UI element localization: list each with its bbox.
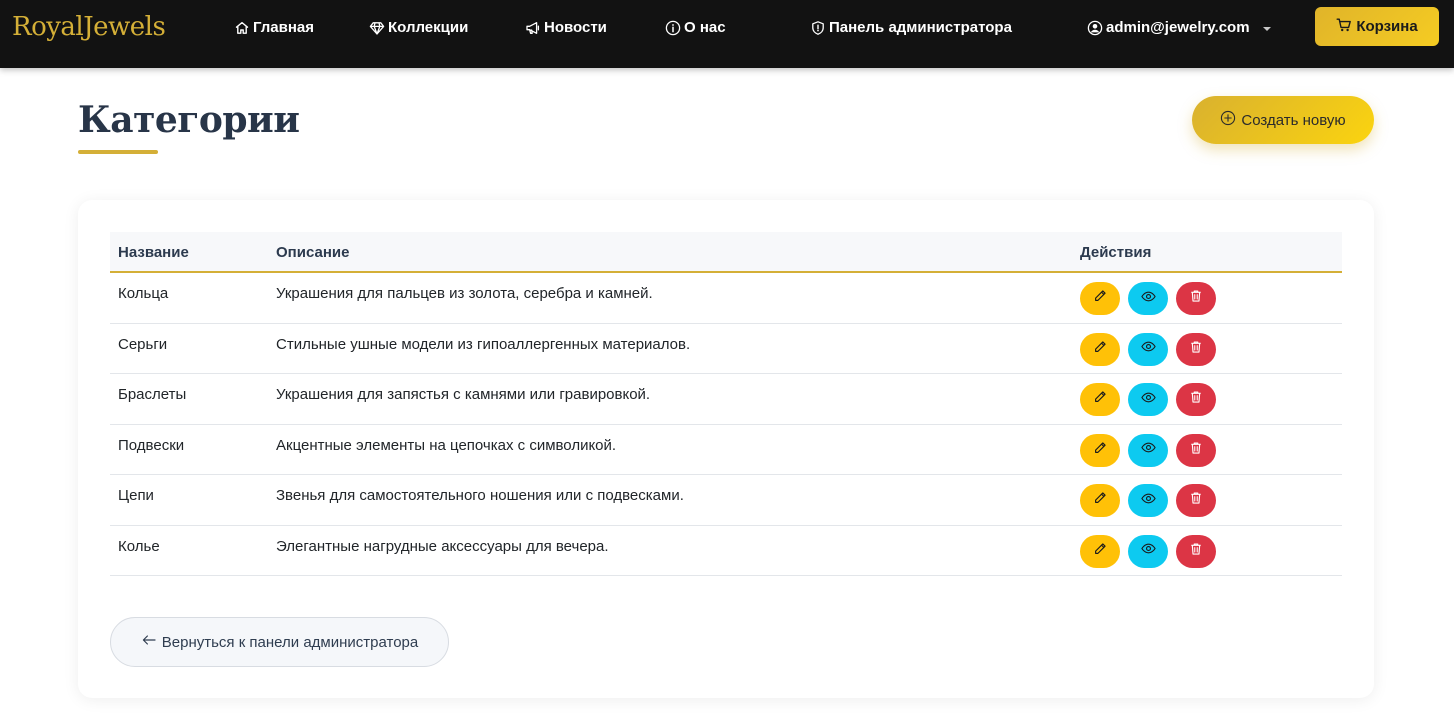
table-row: Цепи Звенья для самостоятельного ношения … [110,475,1342,526]
megaphone-icon [525,20,541,36]
category-description: Стильные ушные модели из гипоаллергенных… [276,335,691,353]
nav-link-home[interactable]: Главная [234,18,314,38]
eye-icon [1140,491,1156,511]
back-to-admin-button[interactable]: Вернуться к панели администратора [110,617,449,667]
house-icon [234,20,250,36]
eye-icon [1140,390,1156,410]
category-name: Серьги [118,335,168,353]
nav-link-news[interactable]: Новости [525,18,607,38]
user-menu-dropdown[interactable]: admin@jewelry.com [1087,18,1271,38]
view-button[interactable] [1128,332,1168,366]
pencil-icon [1093,390,1107,409]
back-to-admin-button-label: Вернуться к панели администратора [161,633,419,651]
row-actions [1080,433,1216,467]
category-name: Подвески [118,436,185,454]
view-button[interactable] [1128,433,1168,467]
table-row: Браслеты Украшения для запястья с камнями… [110,374,1342,425]
pencil-icon [1093,441,1107,460]
category-description: Украшения для пальцев из золота, серебра… [276,285,653,302]
trash-icon [1189,542,1203,561]
table-header: Название Описание Действия [110,232,1342,273]
categories-card: Название Описание Действия Кольца Украшен… [78,200,1374,698]
user-circle-icon [1087,20,1103,36]
nav-link-admin-panel[interactable]: Панель администратора [810,18,1012,38]
category-name: Колье [118,537,160,555]
column-header-name: Название [118,244,189,261]
delete-button[interactable] [1176,282,1216,315]
delete-button[interactable] [1176,383,1216,416]
category-description: Акцентные элементы на цепочках с символи… [276,436,617,454]
delete-button[interactable] [1176,332,1216,366]
edit-button[interactable] [1080,383,1120,416]
nav-link-collections-label: Коллекции [388,19,469,36]
pencil-icon [1093,289,1107,308]
view-button[interactable] [1128,534,1168,568]
column-header-actions: Действия [1080,244,1152,261]
eye-icon [1140,440,1156,460]
nav-link-admin-panel-label: Панель администратора [829,19,1012,36]
title-underline [78,150,158,154]
pencil-icon [1093,542,1107,561]
row-actions [1080,383,1216,416]
row-actions [1080,282,1216,315]
category-description: Элегантные нагрудные аксессуары для вече… [276,537,609,555]
pencil-icon [1093,340,1107,359]
nav-link-collections[interactable]: Коллекции [369,18,468,38]
navbar: RoyalJewels Главная Коллекции Новости О … [0,0,1454,68]
category-description: Звенья для самостоятельного ношения или … [276,487,684,504]
eye-icon [1140,289,1156,309]
row-actions [1080,484,1216,517]
plus-circle-icon [1220,110,1236,130]
trash-icon [1189,441,1203,460]
gem-icon [369,20,385,36]
edit-button[interactable] [1080,332,1120,366]
edit-button[interactable] [1080,534,1120,568]
delete-button[interactable] [1176,433,1216,467]
arrow-left-icon [141,632,157,652]
cart-button-label: Корзина [1356,18,1418,35]
trash-icon [1189,491,1203,510]
eye-icon [1140,339,1156,359]
table-row: Кольца Украшения для пальцев из золота, с… [110,273,1342,324]
eye-icon [1140,541,1156,561]
category-name: Цепи [118,487,154,504]
nav-link-news-label: Новости [544,19,607,36]
edit-button[interactable] [1080,282,1120,315]
chevron-down-icon [1262,26,1271,31]
delete-button[interactable] [1176,484,1216,517]
brand-logo[interactable]: RoyalJewels [12,12,166,42]
cart-icon [1336,17,1352,37]
trash-icon [1189,340,1203,359]
nav-link-about[interactable]: О нас [665,18,726,38]
category-description: Украшения для запястья с камнями или гра… [276,386,651,403]
edit-button[interactable] [1080,484,1120,517]
category-name: Браслеты [118,386,187,403]
nav-link-about-label: О нас [684,19,726,36]
pencil-icon [1093,491,1107,510]
row-actions [1080,332,1216,366]
page-title: Категории [78,99,300,141]
table-row: Колье Элегантные нагрудные аксессуары для… [110,526,1342,576]
column-header-description: Описание [276,244,350,261]
trash-icon [1189,289,1203,308]
cart-button[interactable]: Корзина [1315,7,1439,46]
category-name: Кольца [118,285,169,302]
view-button[interactable] [1128,282,1168,315]
delete-button[interactable] [1176,534,1216,568]
edit-button[interactable] [1080,433,1120,467]
table-row: Подвески Акцентные элементы на цепочках с… [110,425,1342,475]
trash-icon [1189,390,1203,409]
create-category-button-label: Создать новую [1241,111,1346,129]
view-button[interactable] [1128,484,1168,517]
view-button[interactable] [1128,383,1168,416]
table-row: Серьги Стильные ушные модели из гипоаллер… [110,324,1342,374]
nav-link-home-label: Главная [253,19,315,36]
categories-table: Название Описание Действия Кольца Украшен… [110,232,1342,576]
user-email: admin@jewelry.com [1106,19,1250,36]
create-category-button[interactable]: Создать новую [1192,96,1374,144]
row-actions [1080,534,1216,568]
shield-icon [810,20,826,36]
info-circle-icon [665,20,681,36]
table-body: Кольца Украшения для пальцев из золота, с… [110,273,1342,576]
